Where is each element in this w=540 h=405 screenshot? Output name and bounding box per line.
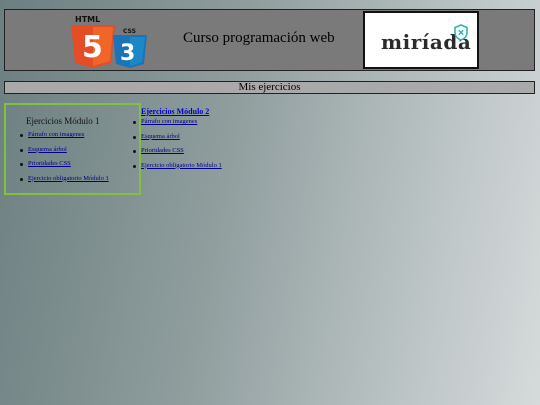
list-item: Prioridades CSS <box>6 160 109 175</box>
list-item: Prioridades CSS <box>133 147 222 162</box>
bullet <box>133 135 136 139</box>
list-item: Esquema árbol <box>6 146 109 161</box>
bullet <box>20 148 23 152</box>
bullet <box>20 134 23 137</box>
module2-panel: Ejercicios Módulo 2 Párrafo con imagenes… <box>133 101 222 169</box>
list-item: Ejercicio obligatorio Módulo 1 <box>6 175 109 190</box>
module1-title: Ejercicios Módulo 1 <box>26 116 100 126</box>
module1-link-1[interactable]: Párrafo con imagenes <box>28 131 84 138</box>
svg-text:3: 3 <box>120 41 135 66</box>
section-title: Mis ejercicios <box>4 81 535 94</box>
list-item: Párrafo con imagenes <box>133 118 222 133</box>
module2-title-link[interactable]: Ejercicios Módulo 2 <box>141 107 209 116</box>
svg-text:5: 5 <box>82 30 103 65</box>
css3-label: CSS <box>123 28 136 35</box>
module1-link-3[interactable]: Prioridades CSS <box>28 160 71 167</box>
module1-list: Párrafo con imagenes Esquema árbol Prior… <box>6 131 109 189</box>
list-item: Esquema árbol <box>133 133 222 148</box>
html5-label: HTML <box>75 15 100 24</box>
module1-link-4[interactable]: Ejercicio obligatorio Módulo 1 <box>28 175 109 182</box>
list-item: Párrafo con imagenes <box>6 131 109 146</box>
module2-link-2[interactable]: Esquema árbol <box>141 133 180 140</box>
module2-list: Párrafo con imagenes Esquema árbol Prior… <box>133 118 222 177</box>
course-title: Curso programación web <box>183 30 335 46</box>
html5-css3-logo: HTML 5 CSS 3 <box>71 15 147 68</box>
module2-link-1[interactable]: Párrafo con imagenes <box>141 118 197 125</box>
bullet <box>20 163 23 166</box>
bullet <box>133 150 136 153</box>
module1-panel: Ejercicios Módulo 1 Párrafo con imagenes… <box>4 103 141 195</box>
module1-link-2[interactable]: Esquema árbol <box>28 146 67 153</box>
page-header: HTML 5 CSS 3 Curso programación web mirí… <box>4 9 535 71</box>
bullet <box>133 164 136 168</box>
bullet <box>133 121 136 124</box>
bullet <box>20 177 23 181</box>
list-item: Ejercicio obligatorio Módulo 1 <box>133 162 222 177</box>
miriada-logo: miríada <box>363 11 479 69</box>
module2-link-3[interactable]: Prioridades CSS <box>141 147 184 154</box>
module2-link-4[interactable]: Ejercicio obligatorio Módulo 1 <box>141 162 222 169</box>
shield-icon <box>454 24 468 41</box>
